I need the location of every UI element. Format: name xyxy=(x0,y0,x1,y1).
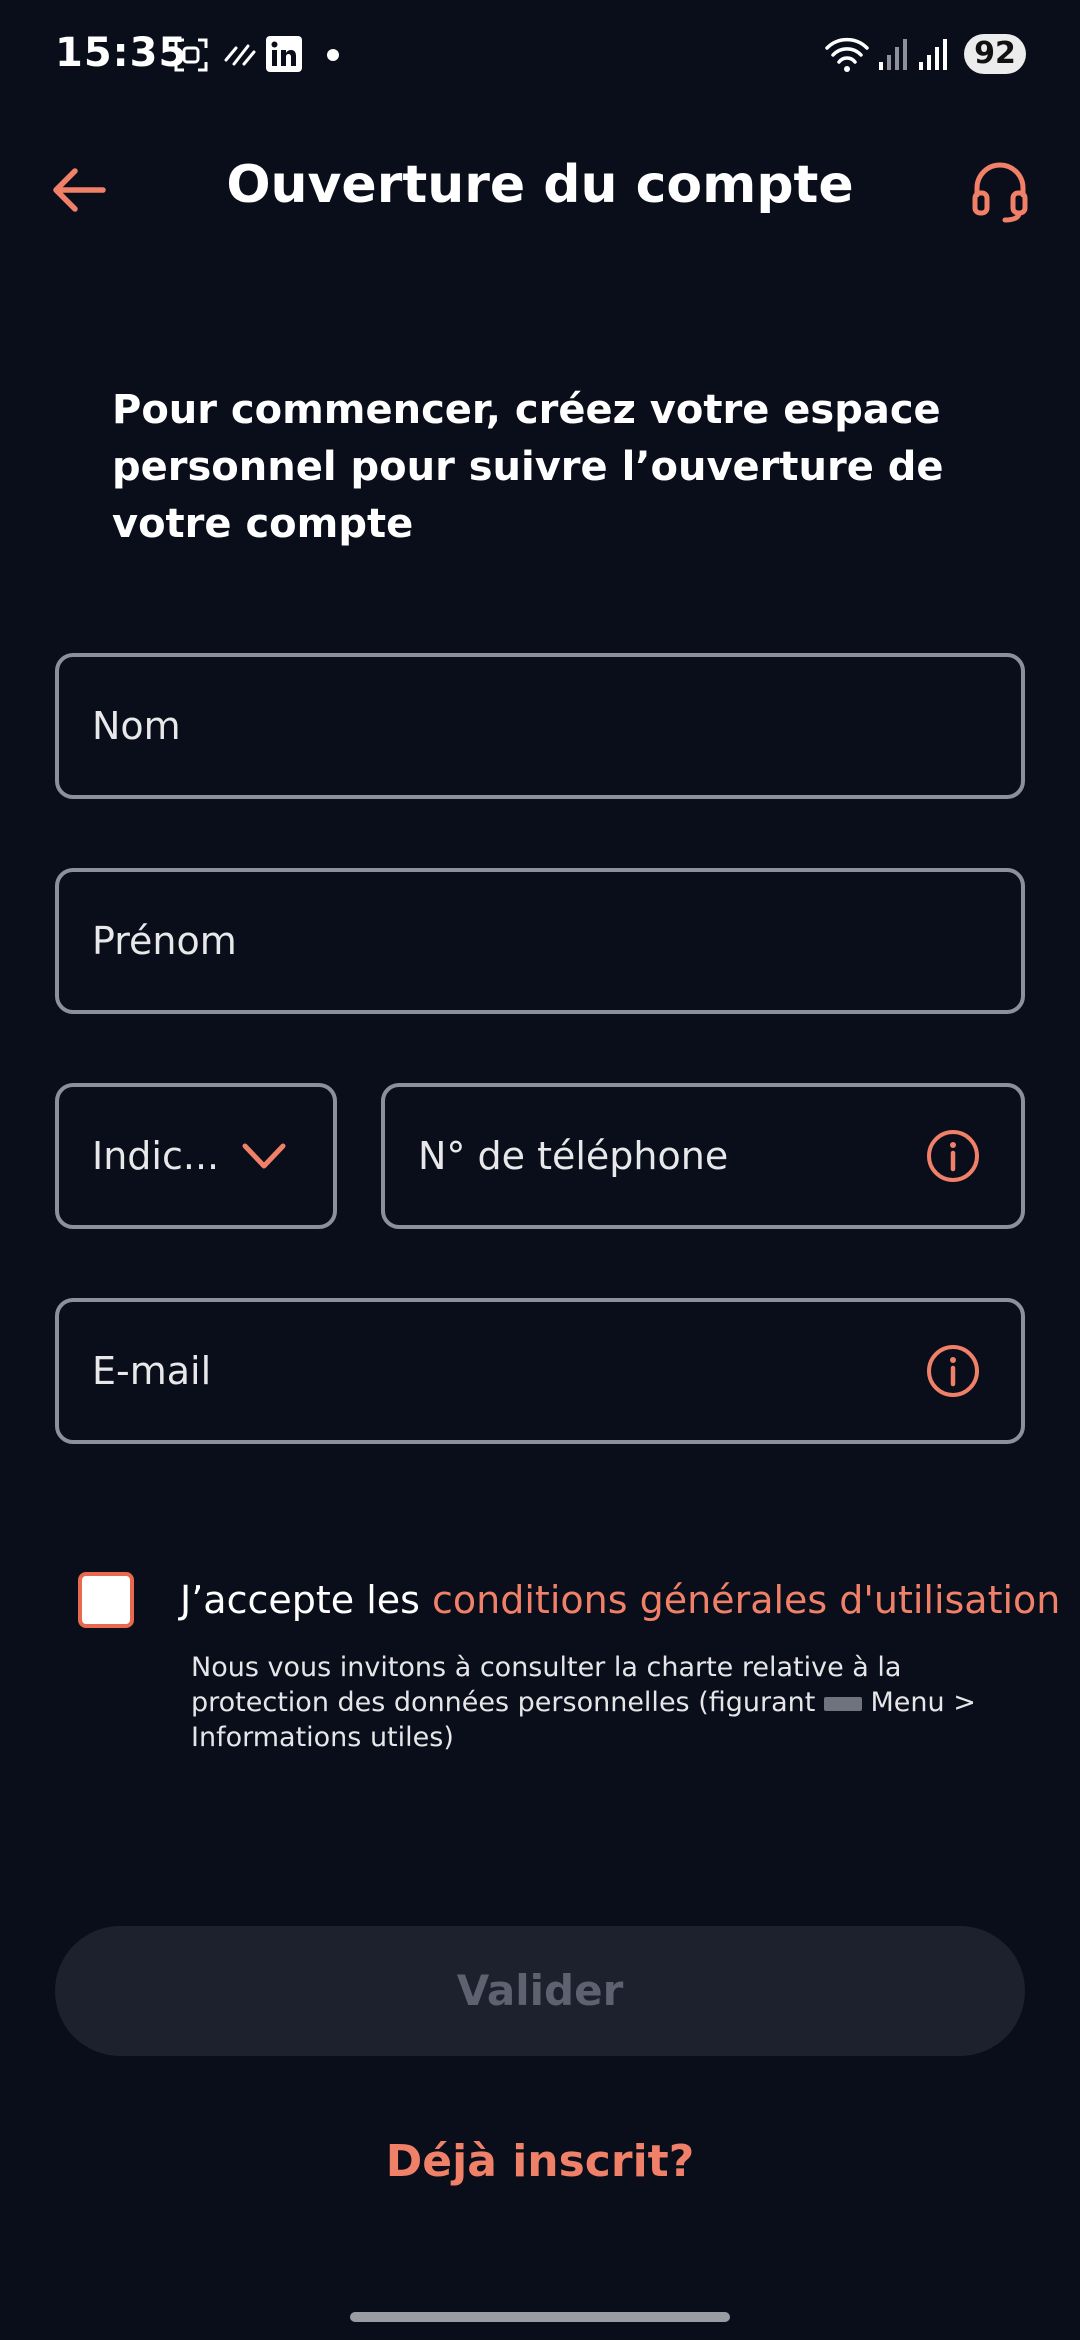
screenshot-icon xyxy=(174,38,208,72)
signal-icon xyxy=(919,39,947,70)
prenom-field[interactable]: Prénom xyxy=(55,868,1025,1014)
email-field[interactable]: E-mail xyxy=(55,1298,1025,1444)
header: Ouverture du compte xyxy=(0,130,1080,240)
indicatif-select[interactable]: Indic... xyxy=(55,1083,337,1229)
terms-prefix: J’accepte les xyxy=(180,1578,433,1622)
redacted-block xyxy=(823,1696,862,1711)
headset-icon[interactable] xyxy=(965,155,1035,225)
linkedin-icon xyxy=(266,36,302,72)
status-time: 15:35 xyxy=(55,30,188,76)
screen: 15:35 92 Ouverture du compte Pour commen… xyxy=(0,0,1080,2340)
intro-text: Pour commencer, créez votre espace perso… xyxy=(112,387,944,547)
notification-dot-icon xyxy=(327,49,339,61)
terms-link[interactable]: conditions générales d'utilisation xyxy=(432,1578,1060,1622)
page-title: Ouverture du compte xyxy=(226,155,854,215)
info-icon[interactable] xyxy=(925,1343,981,1399)
sync-icon xyxy=(224,44,256,66)
chevron-down-icon xyxy=(242,1143,286,1169)
telephone-label: N° de téléphone xyxy=(418,1134,729,1178)
terms-checkbox[interactable] xyxy=(78,1572,134,1628)
nom-field[interactable]: Nom xyxy=(55,653,1025,799)
indicatif-label: Indic... xyxy=(92,1134,220,1178)
info-icon[interactable] xyxy=(925,1128,981,1184)
terms-label: J’accepte les conditions générales d'uti… xyxy=(180,1578,1060,1622)
prenom-label: Prénom xyxy=(92,919,237,963)
privacy-note-part1: Nous vous invitons à consulter la charte… xyxy=(191,1652,902,1718)
already-registered-link[interactable]: Déjà inscrit? xyxy=(0,2136,1080,2187)
wifi-icon xyxy=(825,37,869,72)
nom-label: Nom xyxy=(92,704,181,748)
signal-icon xyxy=(879,39,907,70)
home-indicator[interactable] xyxy=(350,2312,730,2322)
validate-button[interactable]: Valider xyxy=(55,1926,1025,2056)
status-bar: 15:35 92 xyxy=(0,0,1080,110)
privacy-note: Nous vous invitons à consulter la charte… xyxy=(191,1650,1031,1755)
email-label: E-mail xyxy=(92,1349,212,1393)
battery-indicator: 92 xyxy=(964,34,1026,74)
telephone-field[interactable]: N° de téléphone xyxy=(381,1083,1025,1229)
